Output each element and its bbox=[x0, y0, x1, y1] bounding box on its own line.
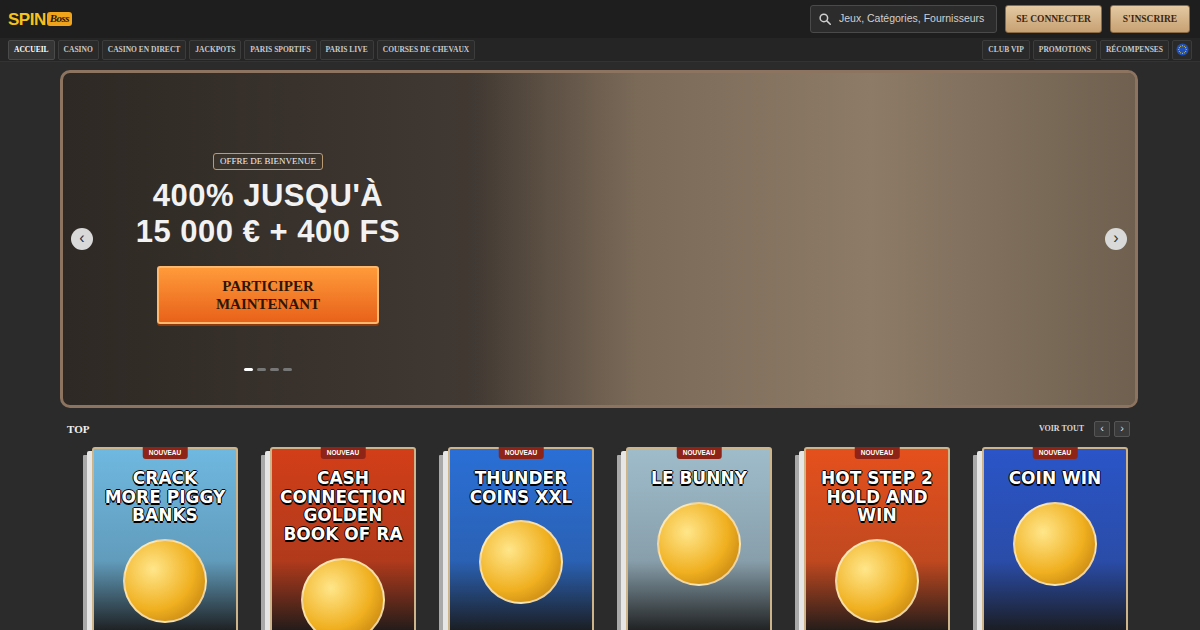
new-badge: NOUVEAU bbox=[499, 447, 544, 459]
search-icon bbox=[819, 13, 831, 25]
game-art bbox=[657, 502, 741, 586]
search-input[interactable] bbox=[837, 10, 988, 28]
top-bar: SPINBoss SE CONNECTER S'INSCRIRE bbox=[0, 0, 1200, 38]
main-nav: ACCUEILCASINOCASINO EN DIRECTJACKPOTSPAR… bbox=[0, 38, 1200, 62]
nav-group: CLUB VIPPROMOTIONSRÉCOMPENSES bbox=[982, 40, 1192, 60]
game-title[interactable]: CASH CONNECTION GOLDEN BOOK OF RA bbox=[272, 449, 414, 544]
carousel-next-button[interactable]: › bbox=[1105, 228, 1127, 250]
logo[interactable]: SPINBoss bbox=[8, 11, 72, 28]
offer-badge: OFFRE DE BIENVENUE bbox=[213, 153, 323, 170]
hero-title: 400% JUSQU'À bbox=[153, 178, 383, 214]
carousel-dot[interactable] bbox=[257, 368, 266, 371]
language-selector[interactable] bbox=[1172, 40, 1192, 60]
game-card[interactable]: NOUVEAUCASH CONNECTION GOLDEN BOOK OF RA bbox=[270, 447, 416, 630]
nav-item[interactable]: JACKPOTS bbox=[189, 40, 241, 60]
logo-text[interactable]: SPIN bbox=[8, 11, 46, 28]
logo-text[interactable]: Boss bbox=[47, 12, 72, 25]
new-badge: NOUVEAU bbox=[143, 447, 188, 459]
nav-item[interactable]: COURSES DE CHEVAUX bbox=[377, 40, 476, 60]
login-button[interactable]: SE CONNECTER bbox=[1005, 5, 1102, 33]
nav-item[interactable]: CASINO bbox=[58, 40, 99, 60]
new-badge: NOUVEAU bbox=[677, 447, 722, 459]
eu-flag-icon bbox=[1176, 43, 1189, 56]
participate-button[interactable]: PARTICIPER MAINTENANT bbox=[157, 266, 379, 324]
nav-item[interactable]: RÉCOMPENSES bbox=[1100, 40, 1169, 60]
game-title[interactable]: CRACK MORE PIGGY BANKS bbox=[94, 449, 236, 525]
carousel-dot[interactable] bbox=[244, 368, 253, 371]
game-art bbox=[123, 539, 207, 623]
game-card[interactable]: NOUVEAUCOIN WIN bbox=[982, 447, 1128, 630]
game-title[interactable]: HOT STEP 2 HOLD AND WIN bbox=[806, 449, 948, 525]
search-box[interactable] bbox=[810, 5, 997, 33]
hero-copy: OFFRE DE BIENVENUE 400% JUSQU'À15 000 € +… bbox=[63, 73, 473, 405]
signup-button[interactable]: S'INSCRIRE bbox=[1110, 5, 1190, 33]
game-card[interactable]: NOUVEAULE BUNNY bbox=[626, 447, 772, 630]
see-all-link[interactable]: VOIR TOUT bbox=[1039, 423, 1084, 435]
games-next-button[interactable]: › bbox=[1114, 421, 1130, 437]
carousel-dot[interactable] bbox=[283, 368, 292, 371]
new-badge: NOUVEAU bbox=[855, 447, 900, 459]
nav-item[interactable]: PARIS LIVE bbox=[320, 40, 374, 60]
game-art bbox=[479, 520, 563, 604]
games-prev-button[interactable]: ‹ bbox=[1094, 421, 1110, 437]
carousel-prev-button[interactable]: ‹ bbox=[71, 228, 93, 250]
game-art bbox=[1013, 502, 1097, 586]
nav-item[interactable]: ACCUEIL bbox=[8, 40, 55, 60]
nav-item[interactable]: CLUB VIP bbox=[982, 40, 1030, 60]
section-title: TOP bbox=[67, 421, 89, 438]
nav-item[interactable]: PROMOTIONS bbox=[1033, 40, 1097, 60]
game-card[interactable]: NOUVEAUTHUNDER COINS XXL bbox=[448, 447, 594, 630]
game-art bbox=[835, 539, 919, 623]
nav-item[interactable]: PARIS SPORTIFS bbox=[244, 40, 316, 60]
hero-illustration bbox=[473, 73, 1135, 405]
new-badge: NOUVEAU bbox=[1033, 447, 1078, 459]
main-content: OFFRE DE BIENVENUE 400% JUSQU'À15 000 € +… bbox=[0, 62, 1200, 630]
game-card[interactable]: NOUVEAUCRACK MORE PIGGY BANKS bbox=[92, 447, 238, 630]
carousel-dot[interactable] bbox=[270, 368, 279, 371]
participate-label[interactable]: PARTICIPER MAINTENANT bbox=[203, 277, 333, 313]
game-card[interactable]: NOUVEAUHOT STEP 2 HOLD AND WIN bbox=[804, 447, 950, 630]
games-row: NOUVEAUCRACK MORE PIGGY BANKSNOUVEAUCASH… bbox=[60, 447, 1138, 630]
section-header: TOP VOIR TOUT ‹› bbox=[60, 420, 1138, 438]
section-controls: VOIR TOUT ‹› bbox=[1039, 421, 1130, 437]
carousel-indicators bbox=[244, 368, 292, 371]
hero-banner: OFFRE DE BIENVENUE 400% JUSQU'À15 000 € +… bbox=[60, 70, 1138, 408]
game-art bbox=[301, 558, 385, 630]
nav-group: ACCUEILCASINOCASINO EN DIRECTJACKPOTSPAR… bbox=[8, 40, 475, 60]
hero-title: 15 000 € + 400 FS bbox=[136, 214, 400, 250]
nav-item[interactable]: CASINO EN DIRECT bbox=[102, 40, 187, 60]
new-badge: NOUVEAU bbox=[321, 447, 366, 459]
